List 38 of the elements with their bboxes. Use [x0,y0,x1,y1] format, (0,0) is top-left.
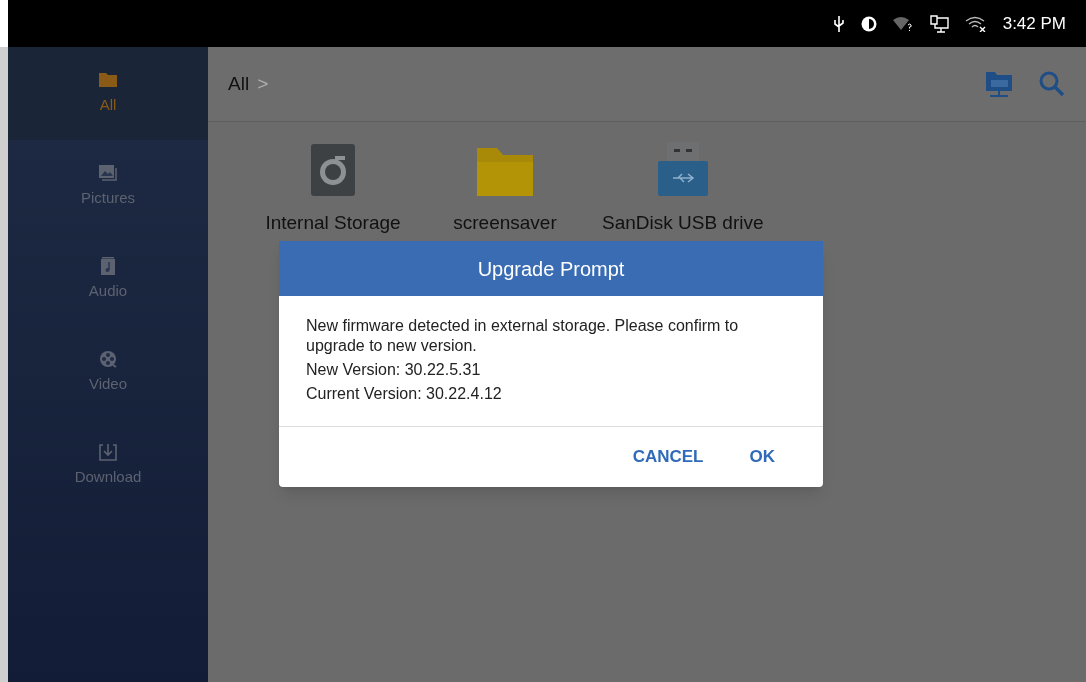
pictures-icon [98,163,118,184]
dialog-message: New firmware detected in external storage. Please confirm to upgrade to new version. [306,316,740,356]
usb-drive-icon [657,142,708,196]
dialog-button[interactable]: CANCEL [624,440,712,474]
download-icon [98,442,118,463]
sidebar-item[interactable]: Video [8,326,208,419]
dialog-title: Upgrade Prompt [477,256,625,282]
sidebar-label: All [99,95,117,116]
music-note-icon [98,256,118,277]
breadcrumb[interactable]: All [228,69,250,99]
breadcrumb-separator: > [257,71,269,96]
wifi-question-icon [892,16,913,31]
clock-time: 3:42 PM [1002,12,1066,35]
wifi-off-icon [964,15,987,32]
sidebar-label: Pictures [80,188,136,209]
file-name: screensaver [453,211,557,235]
circle-badge-icon [860,15,877,32]
folder-icon [477,146,533,196]
network-icon [928,13,949,34]
sidebar-label: Video [88,374,128,395]
film-reel-icon [98,349,118,370]
search-icon[interactable] [1038,70,1066,98]
file-item[interactable]: SanDisk USB drive [602,142,764,236]
sidebar-item[interactable]: Download [8,419,208,512]
sidebar-label: Audio [88,281,128,302]
sidebar-item[interactable]: All [8,47,208,140]
file-name: SanDisk USB drive [602,211,764,235]
sidebar-item[interactable]: Audio [8,233,208,326]
dialog-button[interactable]: OK [741,440,783,474]
version-text: New Version: 30.22.5.31 [306,360,482,380]
file-item[interactable]: Internal Storage [258,142,408,236]
sidebar-label: Download [74,467,142,488]
file-name: Internal Storage [265,211,401,235]
usb-icon [832,14,845,33]
ftp-folder-icon[interactable] [984,69,1014,99]
file-item[interactable]: screensaver [430,142,580,236]
sidebar-item[interactable]: Pictures [8,140,208,233]
version-text: Current Version: 30.22.4.12 [306,384,503,404]
